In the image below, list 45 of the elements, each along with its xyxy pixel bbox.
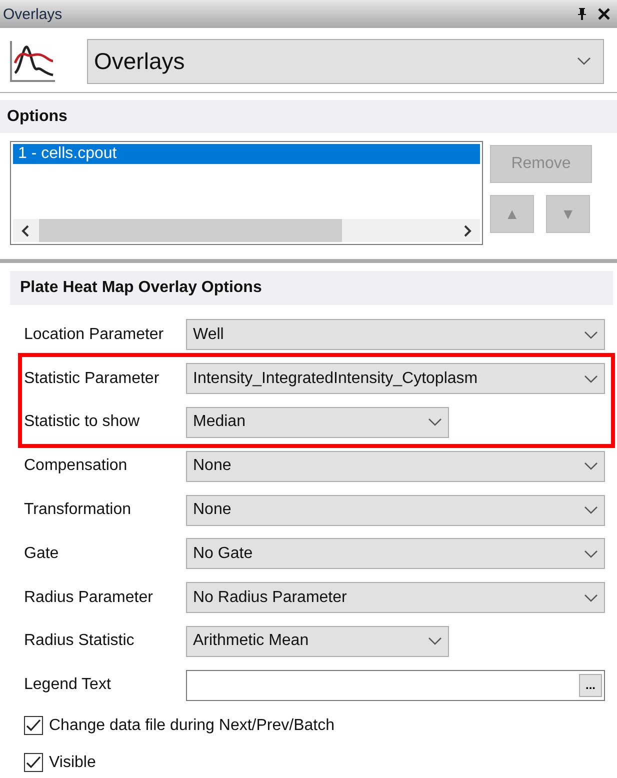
checkbox[interactable]	[24, 716, 43, 736]
dropdown[interactable]: Median	[186, 406, 449, 438]
window-title: Overlays	[3, 6, 64, 22]
dropdown[interactable]: Arithmetic Mean	[186, 626, 449, 657]
scrollbar-thumb[interactable]	[39, 219, 342, 242]
chevron-down-icon	[584, 330, 598, 340]
field-label: Gate	[23, 544, 60, 563]
chevron-down-icon	[584, 461, 598, 472]
field-label: Statistic Parameter	[23, 370, 160, 388]
dropdown[interactable]: None	[186, 450, 605, 482]
field-label: Radius Statistic	[23, 632, 136, 650]
section-title: Options	[7, 108, 68, 126]
dropdown[interactable]: Well	[186, 319, 605, 350]
dropdown[interactable]: None	[186, 494, 605, 526]
input-field[interactable]: ...	[186, 670, 605, 701]
checkbox[interactable]	[24, 753, 43, 772]
dropdown[interactable]: Intensity_IntegratedIntensity_Cytoplasm	[186, 363, 605, 394]
dropdown[interactable]: No Radius Parameter	[186, 582, 605, 614]
chevron-down-icon	[428, 417, 442, 428]
chart-lines-icon	[9, 39, 57, 83]
browse-button[interactable]: ...	[579, 674, 602, 697]
chevron-down-icon	[584, 505, 598, 516]
field-label: Radius Parameter	[23, 588, 154, 607]
field-label: Location Parameter	[23, 326, 165, 344]
section-title: Plate Heat Map Overlay Options	[20, 279, 262, 297]
field-label: Compensation	[23, 457, 128, 476]
file-list[interactable]: 1 - cells.cpout	[10, 141, 483, 245]
dropdown[interactable]: No Gate	[186, 538, 605, 570]
chevron-down-icon	[428, 636, 442, 646]
close-icon[interactable]	[597, 7, 611, 21]
checkbox-label: Change data file during Next/Prev/Batch	[49, 716, 334, 735]
list-item[interactable]: 1 - cells.cpout	[13, 144, 480, 164]
chevron-down-icon	[577, 56, 591, 66]
scroll-left-icon[interactable]	[21, 224, 31, 236]
field-label: Legend Text	[23, 676, 112, 694]
pin-icon[interactable]	[575, 7, 589, 21]
chevron-down-icon	[584, 592, 598, 603]
overlay-type-dropdown[interactable]: Overlays	[87, 38, 604, 84]
field-label: Statistic to show	[23, 413, 141, 432]
horizontal-scrollbar[interactable]	[13, 219, 480, 242]
chevron-down-icon	[584, 548, 598, 559]
checkbox-label: Visible	[49, 754, 96, 772]
scroll-right-icon[interactable]	[462, 224, 472, 236]
field-label: Transformation	[23, 501, 132, 520]
chevron-down-icon	[584, 374, 598, 384]
